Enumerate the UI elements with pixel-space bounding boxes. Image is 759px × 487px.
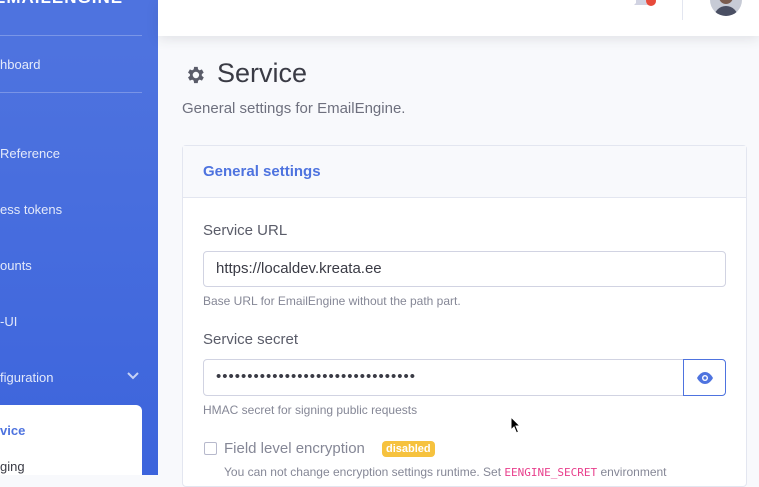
sidebar-item-accounts[interactable]: ounts [0, 258, 32, 273]
sidebar-divider [0, 35, 142, 36]
service-secret-help: HMAC secret for signing public requests [203, 403, 418, 417]
service-url-label: Service URL [203, 222, 288, 239]
sidebar-divider [0, 92, 142, 93]
sidebar: EMAILENGINE hboard Reference ess tokens … [0, 0, 158, 475]
avatar-face [719, 0, 733, 4]
user-avatar[interactable] [710, 0, 742, 16]
field-encryption-checkbox[interactable] [204, 442, 217, 455]
service-url-help: Base URL for EmailEngine without the pat… [203, 294, 461, 308]
card-header: General settings [183, 146, 746, 198]
brand-logo-text[interactable]: EMAILENGINE [0, 0, 123, 8]
gear-icon [188, 66, 204, 84]
encryption-note-suffix: environment [597, 465, 667, 479]
eye-icon [697, 372, 713, 384]
card-title: General settings [203, 163, 321, 180]
configuration-submenu: vice ging [0, 405, 142, 475]
sidebar-item-api-reference[interactable]: Reference [0, 146, 60, 161]
env-var-code: EENGINE_SECRET [504, 466, 598, 479]
service-secret-label: Service secret [203, 331, 299, 348]
topbar-divider [682, 0, 683, 20]
avatar-body [714, 6, 738, 16]
topbar [158, 0, 759, 36]
chevron-down-icon[interactable] [126, 371, 140, 381]
submenu-item-logging[interactable]: ging [0, 459, 25, 474]
sidebar-item-dashboard[interactable]: hboard [0, 57, 40, 72]
general-settings-card: General settings Service URL https://loc… [182, 145, 747, 487]
encryption-note: You can not change encryption settings r… [224, 465, 667, 479]
page-title: Service [217, 58, 308, 88]
service-secret-input[interactable]: •••••••••••••••••••••••••••••••• [203, 359, 684, 396]
service-url-input[interactable]: https://localdev.kreata.ee [203, 251, 726, 287]
field-encryption-label[interactable]: Field level encryption [224, 440, 365, 457]
sidebar-item-access-tokens[interactable]: ess tokens [0, 202, 62, 217]
notification-badge [646, 0, 656, 6]
sidebar-item-arena-ui[interactable]: -UI [0, 314, 17, 329]
toggle-secret-visibility-button[interactable] [683, 359, 726, 396]
page-subtitle: General settings for EmailEngine. [182, 100, 406, 117]
sidebar-item-configuration[interactable]: figuration [0, 370, 53, 385]
encryption-note-prefix: You can not change encryption settings r… [224, 465, 505, 479]
mouse-pointer-icon [510, 416, 522, 434]
submenu-item-service[interactable]: vice [0, 423, 25, 438]
status-badge: disabled [382, 441, 435, 457]
